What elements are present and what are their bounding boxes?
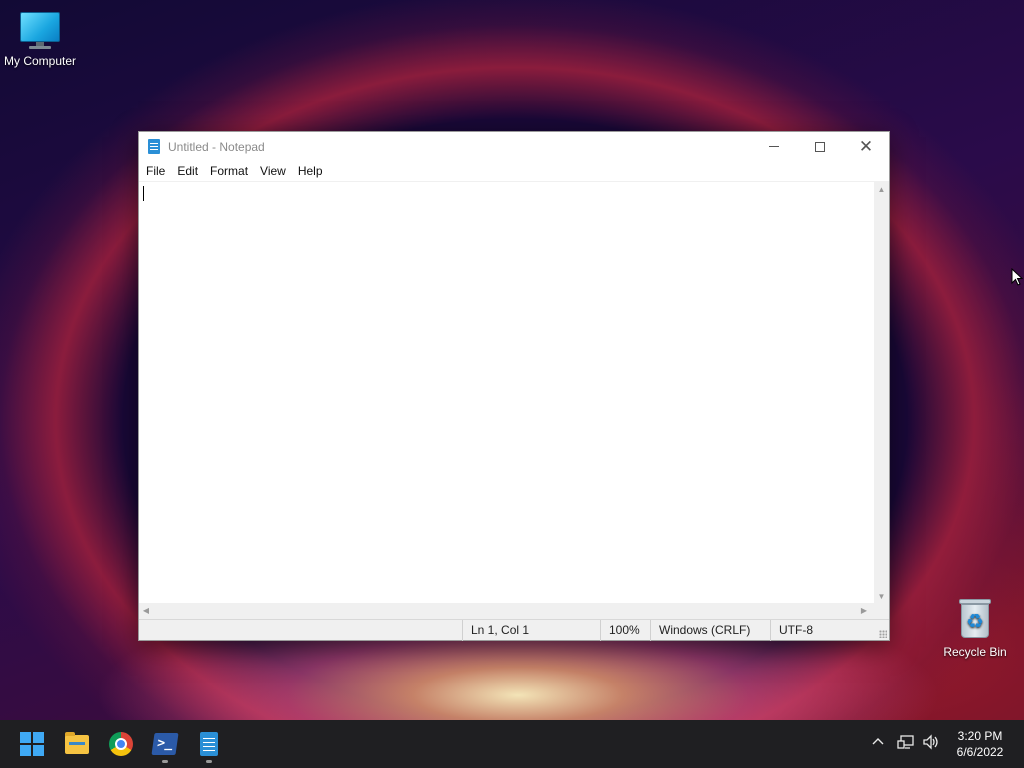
window-controls: ✕ <box>751 132 889 161</box>
scrollbar-corner <box>874 603 889 619</box>
scroll-up-icon[interactable]: ▲ <box>874 185 889 194</box>
clock-date: 6/6/2022 <box>956 745 1004 759</box>
maximize-button[interactable] <box>797 132 843 161</box>
menu-format[interactable]: Format <box>204 161 254 181</box>
vertical-scrollbar[interactable]: ▲ ▼ <box>874 182 889 604</box>
text-caret <box>143 186 144 201</box>
desktop-icon-recycle-bin[interactable]: ♻ Recycle Bin <box>935 597 1015 659</box>
taskbar-powershell[interactable]: >_ <box>149 728 181 763</box>
network-icon[interactable] <box>896 734 916 754</box>
scroll-down-icon[interactable]: ▼ <box>874 592 889 601</box>
menu-bar: File Edit Format View Help <box>139 161 889 181</box>
taskbar-notepad[interactable] <box>193 728 225 763</box>
scroll-left-icon[interactable]: ◀ <box>141 606 151 615</box>
taskbar-chrome[interactable] <box>105 728 137 760</box>
menu-help[interactable]: Help <box>292 161 329 181</box>
status-encoding: UTF-8 <box>770 620 889 641</box>
taskbar-clock[interactable]: 3:20 PM 6/6/2022 <box>944 728 1016 760</box>
desktop-icon-my-computer[interactable]: My Computer <box>0 10 80 68</box>
notepad-icon <box>148 139 160 154</box>
taskbar-file-explorer[interactable] <box>61 728 93 760</box>
title-bar[interactable]: Untitled - Notepad ✕ <box>139 132 889 161</box>
chrome-icon <box>109 732 133 756</box>
start-button[interactable] <box>16 728 48 760</box>
close-icon: ✕ <box>858 137 874 156</box>
recycle-bin-icon: ♻ <box>955 597 995 641</box>
window-title: Untitled - Notepad <box>168 139 265 154</box>
text-area[interactable] <box>139 182 872 604</box>
desktop-icon-label: Recycle Bin <box>943 645 1007 659</box>
notepad-window: Untitled - Notepad ✕ File Edit Format Vi… <box>138 131 890 641</box>
taskbar: >_ 3:20 PM 6/6/2022 <box>0 720 1024 768</box>
status-bar: Ln 1, Col 1 100% Windows (CRLF) UTF-8 <box>139 619 889 641</box>
clock-time: 3:20 PM <box>957 729 1003 743</box>
menu-view[interactable]: View <box>254 161 292 181</box>
menu-edit[interactable]: Edit <box>171 161 204 181</box>
start-icon <box>20 732 44 756</box>
file-explorer-icon <box>65 731 89 754</box>
status-line-ending: Windows (CRLF) <box>650 620 770 641</box>
horizontal-scrollbar[interactable]: ◀ ▶ <box>139 603 874 619</box>
minimize-button[interactable] <box>751 132 797 161</box>
status-position: Ln 1, Col 1 <box>462 620 600 641</box>
notepad-icon <box>200 732 218 756</box>
close-button[interactable]: ✕ <box>843 132 889 161</box>
volume-icon[interactable] <box>921 734 941 754</box>
maximize-icon <box>815 141 825 152</box>
desktop-icon-label: My Computer <box>3 54 77 68</box>
status-zoom: 100% <box>600 620 650 641</box>
editor: ▲ ▼ <box>139 181 889 604</box>
menu-file[interactable]: File <box>140 161 171 181</box>
tray-overflow-chevron-up-icon[interactable] <box>868 734 888 754</box>
running-indicator <box>162 760 168 763</box>
running-indicator <box>206 760 212 763</box>
scroll-right-icon[interactable]: ▶ <box>859 606 869 615</box>
minimize-icon <box>769 146 779 147</box>
resize-grip-icon[interactable] <box>879 630 887 638</box>
computer-icon <box>18 10 62 50</box>
powershell-icon: >_ <box>151 733 179 755</box>
